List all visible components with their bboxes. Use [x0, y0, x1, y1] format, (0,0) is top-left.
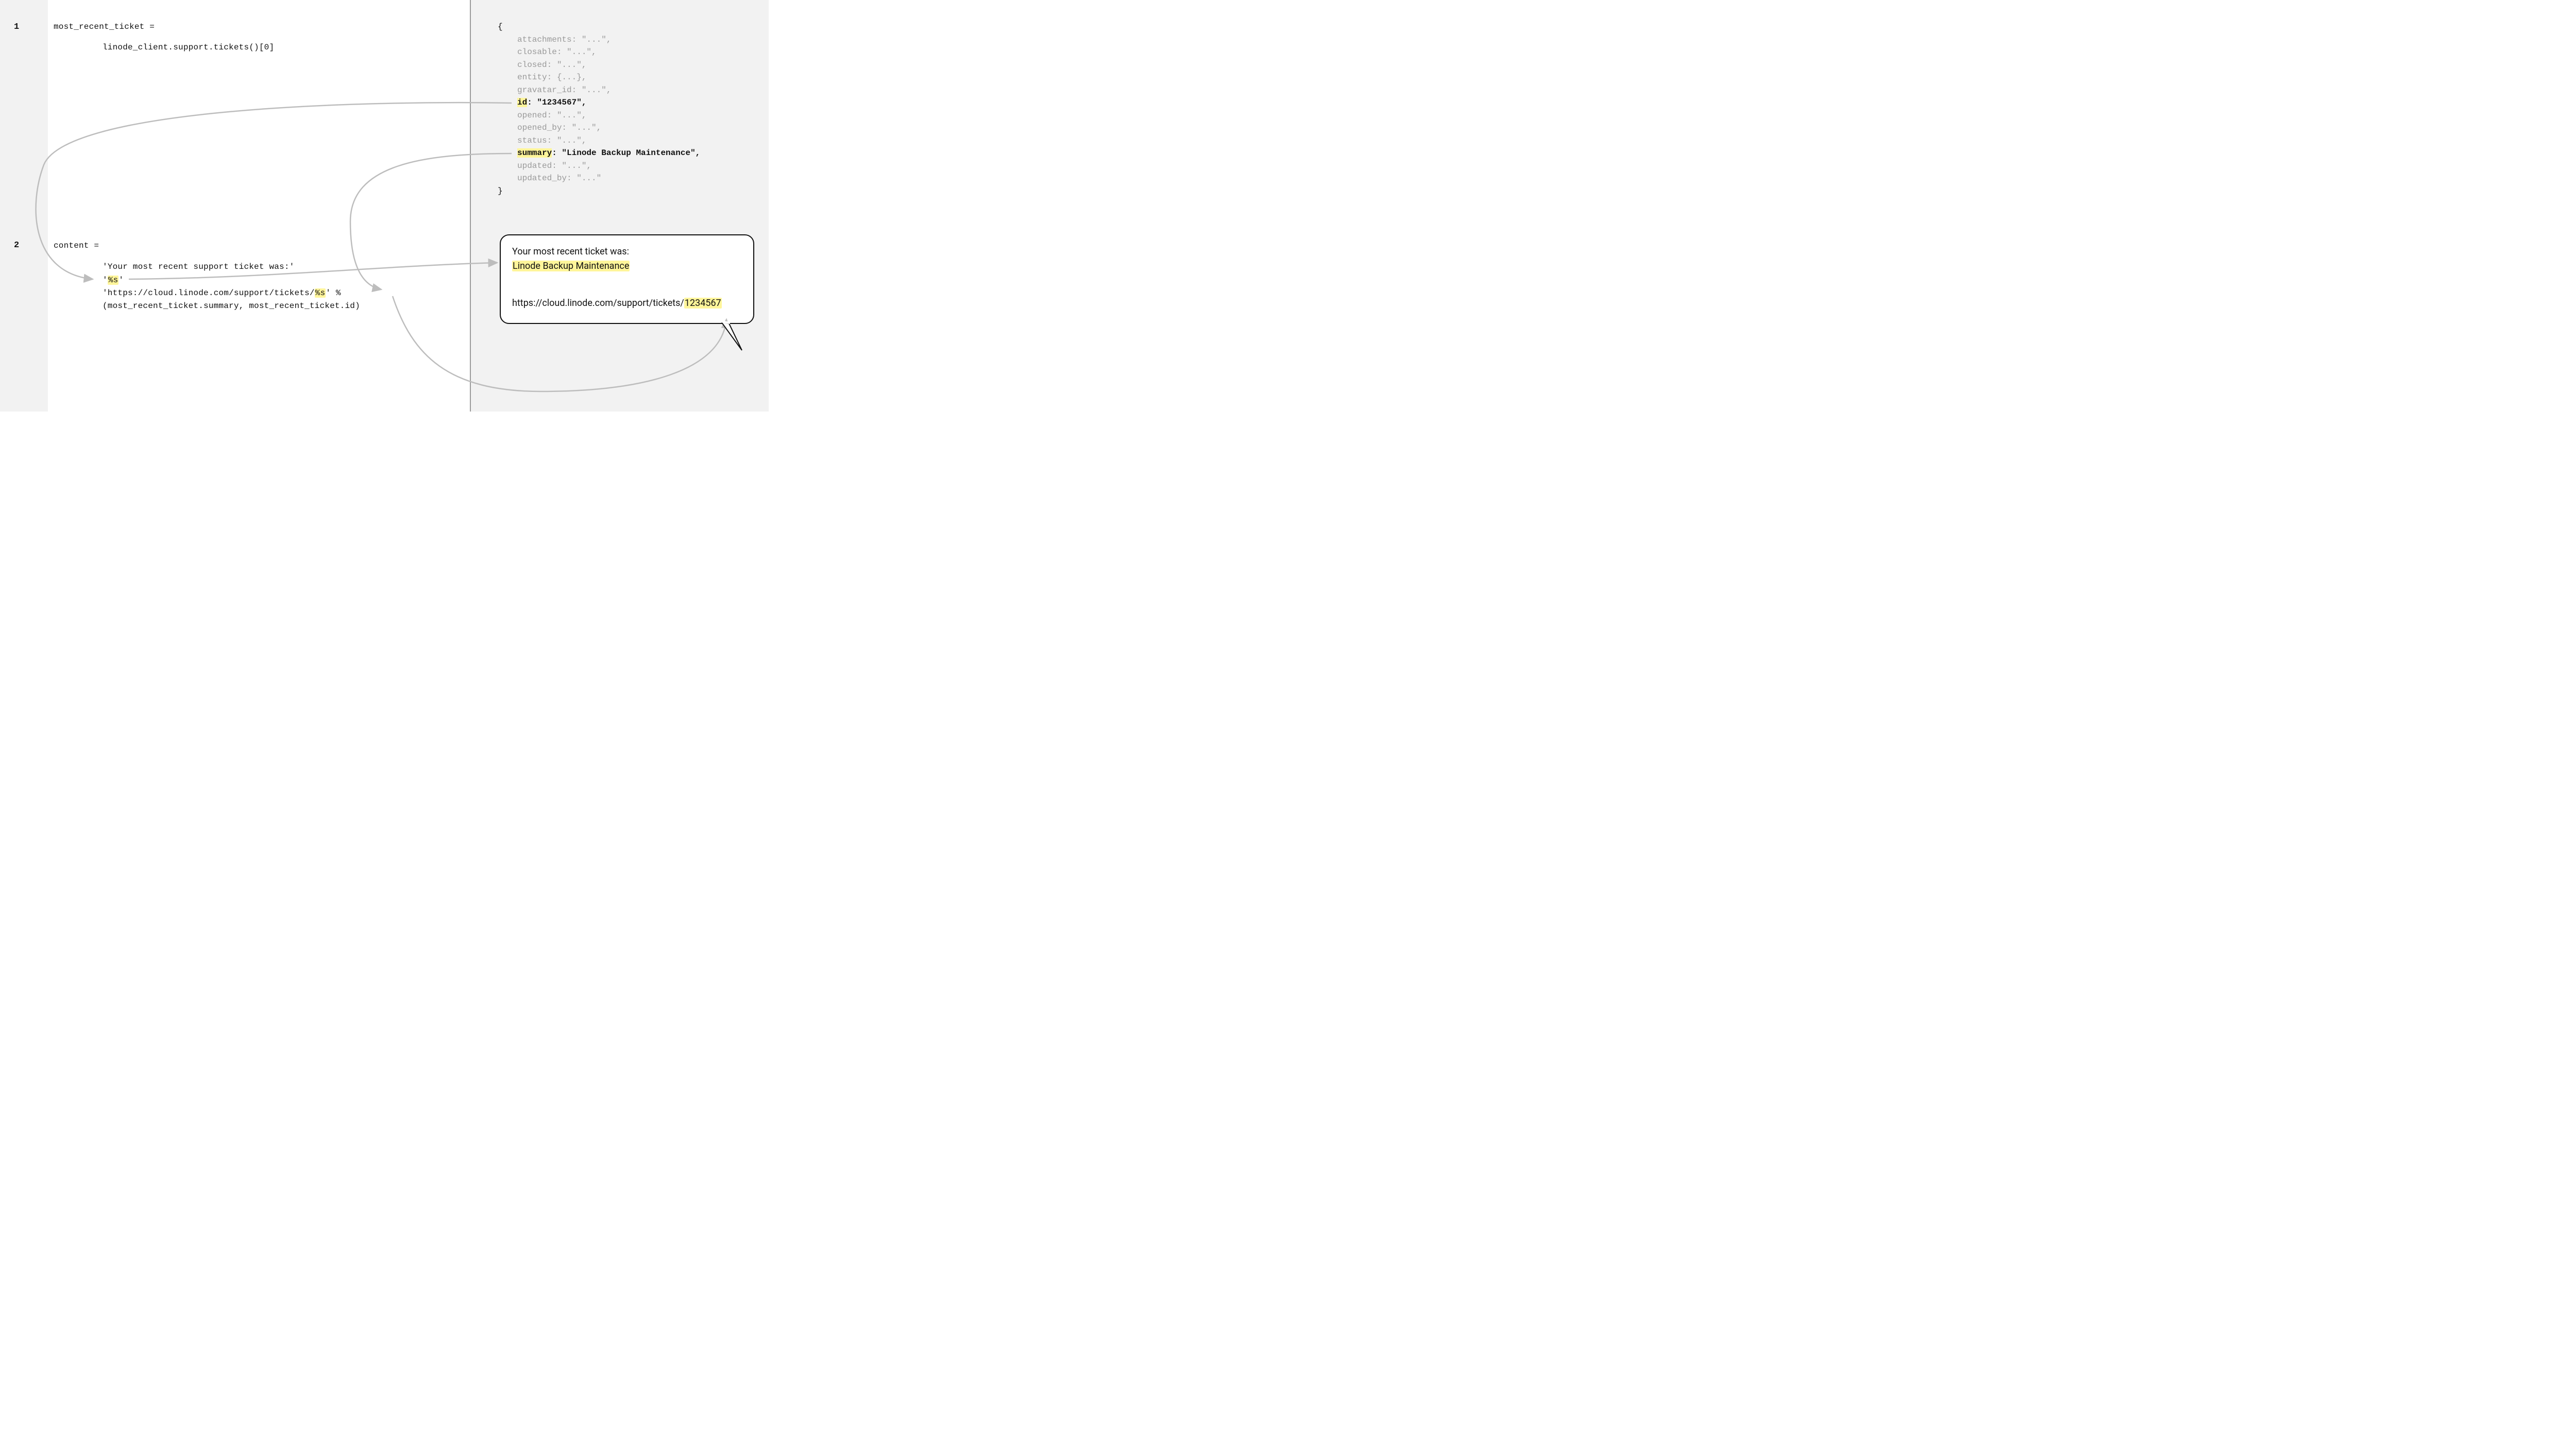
json-dim-line: opened: "...", [517, 109, 700, 122]
bubble-url-line: https://cloud.linode.com/support/tickets… [512, 296, 742, 311]
code-step2-assign: content = [54, 241, 99, 250]
code-step1-assign: most_recent_ticket = [54, 22, 155, 31]
code-text: ' [118, 276, 124, 285]
bubble-line2: Linode Backup Maintenance [512, 259, 742, 273]
step-number-2: 2 [14, 241, 19, 250]
code-text: 'https://cloud.linode.com/support/ticket… [103, 288, 315, 298]
code-step2-line2: '%s' [103, 276, 124, 285]
bubble-highlight-id: 1234567 [684, 298, 722, 309]
json-dim-line: gravatar_id: "...", [517, 84, 700, 97]
diagram-root: 1 most_recent_ticket = linode_client.sup… [0, 0, 769, 412]
json-key-highlight: summary [517, 148, 552, 158]
json-dim-line: updated_by: "..." [517, 172, 700, 185]
output-bubble: Your most recent ticket was: Linode Back… [500, 234, 754, 324]
json-dim-line: closed: "...", [517, 59, 700, 72]
json-dim-line: status: "...", [517, 134, 700, 147]
json-dim-line: attachments: "...", [517, 33, 700, 46]
bubble-url-prefix: https://cloud.linode.com/support/tickets… [512, 298, 684, 309]
json-summary-line: summary: "Linode Backup Maintenance", [517, 147, 700, 160]
json-brace-open: { [498, 21, 700, 33]
code-text: ' [103, 276, 108, 285]
bubble-line1: Your most recent ticket was: [512, 245, 742, 259]
code-highlight: %s [315, 288, 326, 298]
code-step2-line3: 'https://cloud.linode.com/support/ticket… [103, 288, 341, 298]
json-dim-line: opened_by: "...", [517, 122, 700, 134]
json-key-highlight: id [517, 98, 527, 107]
code-step2-line4: (most_recent_ticket.summary, most_recent… [103, 301, 360, 311]
json-block: { attachments: "...", closable: "...", c… [498, 21, 700, 197]
code-step2-line1: 'Your most recent support ticket was:' [103, 262, 294, 271]
json-dim-line: updated: "...", [517, 160, 700, 173]
bubble-highlight-summary: Linode Backup Maintenance [512, 261, 630, 271]
code-highlight: %s [108, 276, 119, 285]
json-dim-line: closable: "...", [517, 46, 700, 59]
code-step1-expr: linode_client.support.tickets()[0] [103, 43, 274, 52]
json-id-line: id: "1234567", [517, 96, 700, 109]
step-number-1: 1 [14, 22, 19, 32]
json-value: : "1234567", [527, 98, 586, 107]
code-text: ' % [326, 288, 341, 298]
json-value: : "Linode Backup Maintenance", [552, 148, 700, 158]
json-dim-line: entity: {...}, [517, 71, 700, 84]
json-brace-close: } [498, 185, 700, 198]
left-gutter [0, 0, 48, 412]
